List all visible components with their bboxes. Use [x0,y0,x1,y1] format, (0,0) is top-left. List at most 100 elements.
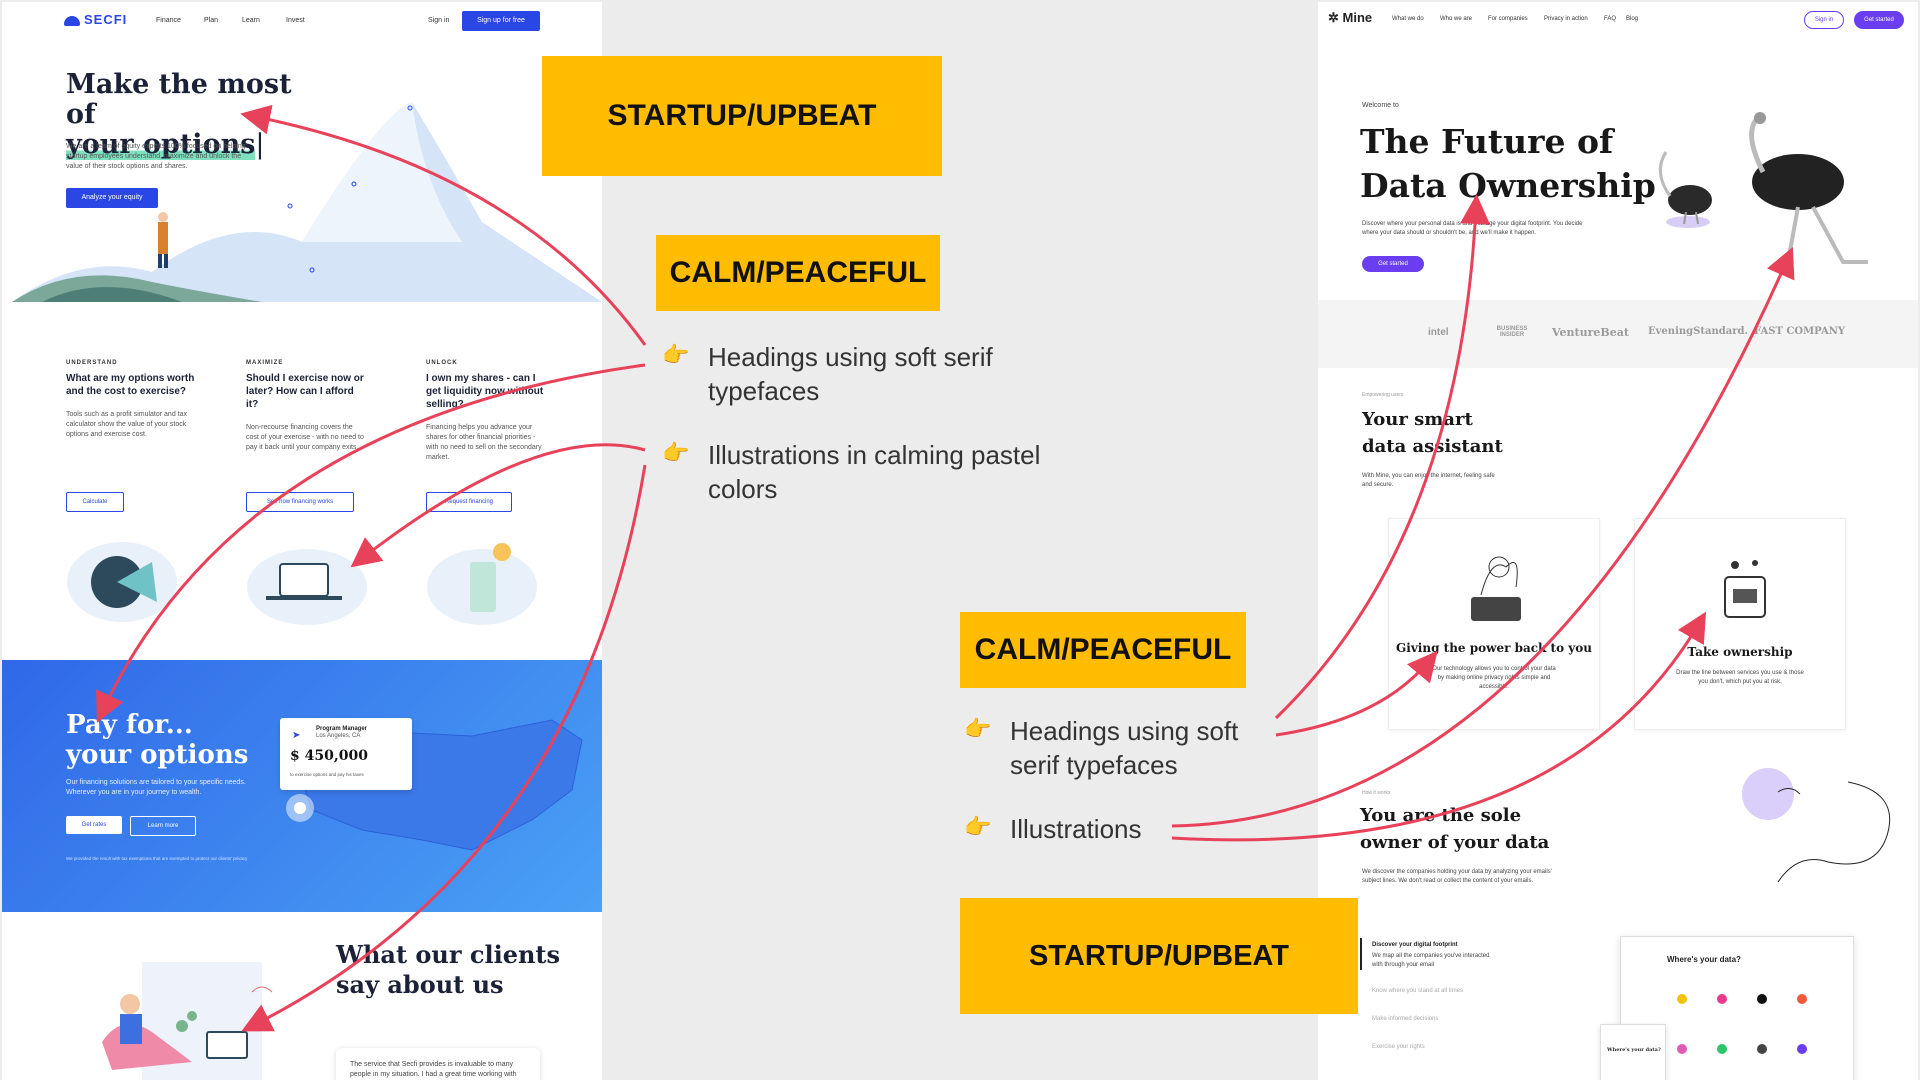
mine-hero-title-line1: The Future of [1360,122,1614,161]
startup-upbeat-tag-right: STARTUP/UPBEAT [960,898,1358,1014]
press-logo-fast-company: FAST COMPANY [1754,326,1845,337]
get-rates-button[interactable]: Get rates [66,816,122,834]
secfi-logo[interactable]: SECFI [64,12,127,27]
step-discover-body: We map all the companies you've interact… [1372,953,1490,968]
request-financing-button[interactable]: Request financing [426,492,512,512]
secfi-column-unlock: UNLOCK I own my shares - can I get liqui… [426,360,544,463]
card1-title: Giving the power back to you [1396,641,1592,655]
welcome-label: Welcome to [1362,102,1399,109]
testimonial-quote: The service that Secfi provides is inval… [350,1061,517,1078]
mine-nav-for-companies[interactable]: For companies [1488,16,1528,22]
bubble-bird-illustration [1742,768,1891,882]
pointing-hand-icon: 👉 [662,440,690,465]
robot-illustration [1724,560,1766,618]
calculate-button[interactable]: Calculate [66,492,124,512]
column-question: What are my options worth and the cost t… [66,373,195,397]
mine-nav-blog[interactable]: Blog [1626,16,1638,22]
column-body: Non-recourse financing covers the cost o… [246,424,364,451]
mine-screenshot: ✲ Mine What we do Who we are For compani… [1318,2,1918,1080]
secfi-nav-finance[interactable]: Finance [156,17,181,24]
press-logo-bar: intel BUSINESS INSIDER VentureBeat Eveni… [1318,300,1918,368]
ostrich-illustration [1658,112,1868,264]
card-location: Los Angeles, CA [316,733,361,739]
secfi-column-maximize: MAXIMIZE Should I exercise now or later?… [246,360,364,453]
step-informed-decisions[interactable]: Make informed decisions [1372,1016,1438,1022]
company-icons-grid [1677,994,1807,1054]
pointing-hand-icon: 👉 [662,342,690,367]
step-discover[interactable]: Discover your digital footprint [1372,942,1458,948]
assistant-title-line2: data assistant [1362,436,1503,457]
pay-title-line2: your options [66,740,249,770]
pay-footnote: We provided the result with tax exemptio… [66,856,248,861]
secfi-nav-invest[interactable]: Invest [286,17,305,24]
app-dashboard-title: Where's your data? [1667,955,1741,964]
mine-logo-text: Mine [1342,10,1373,25]
sole-title-line1: You are the sole [1360,805,1522,826]
mine-hero-title-line2: Data Ownership [1360,166,1656,205]
pay-options-body: Our financing solutions are tailored to … [66,779,246,796]
sole-owner-title: You are the sole owner of your data [1360,802,1549,856]
mine-nav-what-we-do[interactable]: What we do [1392,16,1424,22]
pointing-hand-icon: 👉 [964,716,992,741]
mine-sign-in-button[interactable]: Sign in [1804,11,1844,29]
press-logo-evening-standard: EveningStandard. [1648,326,1748,337]
financing-card: ➤ Program Manager Los Angeles, CA $ 450,… [280,718,412,790]
step-exercise-rights[interactable]: Exercise your rights [1372,1044,1425,1050]
power-back-card: Giving the power back to you Our technol… [1388,518,1600,730]
mine-hero-title: The Future of Data Ownership [1360,120,1656,208]
testimonial-card: The service that Secfi provides is inval… [336,1048,540,1080]
press-logo-venturebeat: VentureBeat [1552,326,1629,339]
column-label: UNLOCK [426,360,458,366]
bullet-illustrations-right: Illustrations [1010,814,1142,844]
bullet-serif-headings-left: Headings using soft serif typefaces [708,342,993,406]
typewriter-illustration [1471,556,1521,621]
secfi-logo-text: SECFI [84,12,128,27]
secfi-sign-in-link[interactable]: Sign in [428,17,449,24]
column-body: Financing helps you advance your shares … [426,424,542,461]
how-it-works-eyebrow: How it works [1362,790,1391,796]
mine-nav-privacy[interactable]: Privacy in action [1544,16,1588,22]
secfi-nav-learn[interactable]: Learn [242,17,260,24]
financing-works-button[interactable]: See how financing works [246,492,354,512]
card-caption: to exercise options and pay his taxes [290,772,364,777]
column-body: Tools such as a profit simulator and tax… [66,411,188,438]
column-label: UNDERSTAND [66,360,118,366]
clients-title-line2: say about us [336,970,504,999]
plane-icon: ➤ [292,730,301,741]
mine-get-started-nav-button[interactable]: Get started [1854,11,1904,29]
card-role: Program Manager [316,726,368,732]
mine-hero-body: Discover where your personal data is and… [1362,221,1583,236]
app-mobile-mockup: Where's your data? [1600,1024,1666,1080]
secfi-column-understand: UNDERSTAND What are my options worth and… [66,360,196,440]
mountain-hiker-illustration [12,102,602,302]
secfi-nav-plan[interactable]: Plan [204,17,218,24]
app-mobile-title: Where's your data? [1607,1047,1661,1053]
sole-owner-body: We discover the companies holding your d… [1362,869,1552,884]
mine-nav-faq[interactable]: FAQ [1604,16,1616,22]
sole-title-line2: owner of your data [1360,832,1550,853]
secfi-screenshot: SECFI Finance Plan Learn Invest Sign in … [2,2,602,1080]
learn-more-button[interactable]: Learn more [130,816,196,836]
bullet-serif-headings-right: Headings using soft serif typefaces [1010,716,1239,780]
pay-options-section: Pay for... your options Our financing so… [2,660,602,912]
card2-body: Draw the line between services you use &… [1676,670,1804,685]
pointing-hand-icon: 👉 [964,814,992,839]
step-know-where[interactable]: Know where you stand at all times [1372,988,1463,994]
take-ownership-card: Take ownership Draw the line between ser… [1634,518,1846,730]
mine-nav-who-we-are[interactable]: Who we are [1440,16,1472,22]
mine-get-started-button[interactable]: Get started [1362,256,1424,272]
mine-logo-icon: ✲ [1328,10,1339,25]
press-logo-business-insider: BUSINESS INSIDER [1496,326,1528,338]
pay-title-line1: Pay for... [66,710,193,740]
card-amount: $ 450,000 [290,748,368,764]
smart-assistant-body: With Mine, you can enjoy the internet, f… [1362,473,1495,488]
secfi-signup-button[interactable]: Sign up for free [462,11,540,31]
startup-upbeat-tag-left: STARTUP/UPBEAT [542,56,942,176]
mine-logo[interactable]: ✲ Mine [1328,10,1372,26]
smart-assistant-title: Your smart data assistant [1362,406,1503,460]
secfi-logo-icon [64,15,80,26]
empowering-eyebrow: Empowering users [1362,392,1404,398]
relaxed-person-illustration [102,962,273,1080]
step-active-indicator [1360,938,1362,970]
card2-title: Take ownership [1687,645,1793,659]
